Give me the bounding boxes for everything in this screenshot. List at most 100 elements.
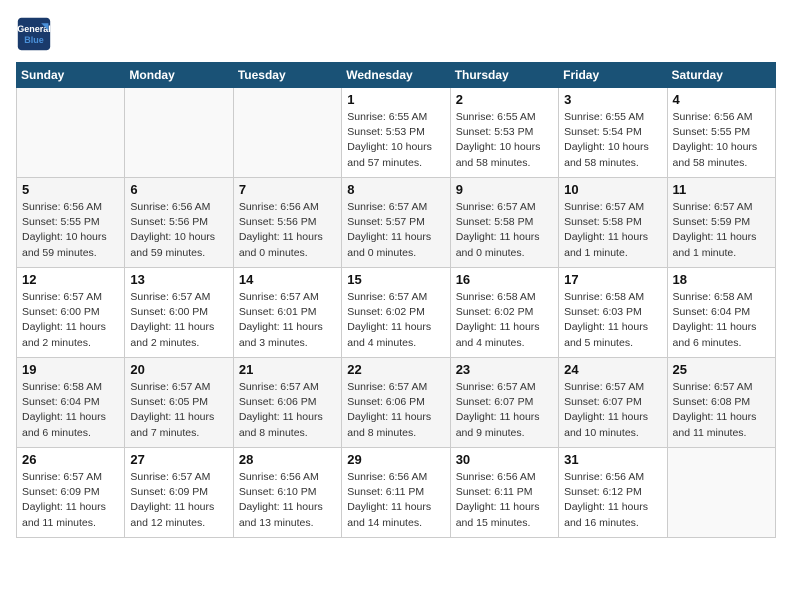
calendar-day-cell: 23 Sunrise: 6:57 AM Sunset: 6:07 PM Dayli… <box>450 358 558 448</box>
calendar-day-cell: 14 Sunrise: 6:57 AM Sunset: 6:01 PM Dayli… <box>233 268 341 358</box>
weekday-header-row: SundayMondayTuesdayWednesdayThursdayFrid… <box>17 63 776 88</box>
day-number: 8 <box>347 182 444 197</box>
day-number: 23 <box>456 362 553 377</box>
logo-icon: General Blue <box>16 16 52 52</box>
day-info: Sunrise: 6:57 AM Sunset: 6:00 PM Dayligh… <box>22 290 119 351</box>
day-info: Sunrise: 6:58 AM Sunset: 6:03 PM Dayligh… <box>564 290 661 351</box>
day-number: 9 <box>456 182 553 197</box>
day-info: Sunrise: 6:57 AM Sunset: 5:58 PM Dayligh… <box>564 200 661 261</box>
calendar-day-cell: 10 Sunrise: 6:57 AM Sunset: 5:58 PM Dayli… <box>559 178 667 268</box>
calendar-day-cell: 13 Sunrise: 6:57 AM Sunset: 6:00 PM Dayli… <box>125 268 233 358</box>
day-info: Sunrise: 6:57 AM Sunset: 6:07 PM Dayligh… <box>456 380 553 441</box>
day-info: Sunrise: 6:57 AM Sunset: 6:09 PM Dayligh… <box>22 470 119 531</box>
day-info: Sunrise: 6:56 AM Sunset: 5:56 PM Dayligh… <box>239 200 336 261</box>
calendar-day-cell <box>125 88 233 178</box>
day-number: 17 <box>564 272 661 287</box>
day-number: 4 <box>673 92 770 107</box>
calendar-day-cell: 6 Sunrise: 6:56 AM Sunset: 5:56 PM Daylig… <box>125 178 233 268</box>
weekday-header: Friday <box>559 63 667 88</box>
calendar-table: SundayMondayTuesdayWednesdayThursdayFrid… <box>16 62 776 538</box>
calendar-day-cell: 29 Sunrise: 6:56 AM Sunset: 6:11 PM Dayli… <box>342 448 450 538</box>
calendar-day-cell <box>667 448 775 538</box>
day-info: Sunrise: 6:56 AM Sunset: 6:11 PM Dayligh… <box>456 470 553 531</box>
calendar-day-cell: 3Sunrise: 6:55 AM Sunset: 5:54 PM Daylig… <box>559 88 667 178</box>
calendar-day-cell: 28 Sunrise: 6:56 AM Sunset: 6:10 PM Dayli… <box>233 448 341 538</box>
calendar-day-cell <box>233 88 341 178</box>
day-info: Sunrise: 6:55 AM Sunset: 5:53 PM Dayligh… <box>456 110 553 171</box>
day-info: Sunrise: 6:57 AM Sunset: 5:59 PM Dayligh… <box>673 200 770 261</box>
svg-text:Blue: Blue <box>24 35 44 45</box>
day-info: Sunrise: 6:55 AM Sunset: 5:53 PM Dayligh… <box>347 110 444 171</box>
day-info: Sunrise: 6:57 AM Sunset: 6:02 PM Dayligh… <box>347 290 444 351</box>
day-number: 11 <box>673 182 770 197</box>
calendar-week-row: 19 Sunrise: 6:58 AM Sunset: 6:04 PM Dayli… <box>17 358 776 448</box>
day-number: 30 <box>456 452 553 467</box>
day-info: Sunrise: 6:58 AM Sunset: 6:02 PM Dayligh… <box>456 290 553 351</box>
day-number: 25 <box>673 362 770 377</box>
calendar-week-row: 12Sunrise: 6:57 AM Sunset: 6:00 PM Dayli… <box>17 268 776 358</box>
day-info: Sunrise: 6:56 AM Sunset: 6:10 PM Dayligh… <box>239 470 336 531</box>
day-info: Sunrise: 6:57 AM Sunset: 6:06 PM Dayligh… <box>347 380 444 441</box>
day-number: 20 <box>130 362 227 377</box>
day-number: 26 <box>22 452 119 467</box>
calendar-day-cell: 30 Sunrise: 6:56 AM Sunset: 6:11 PM Dayli… <box>450 448 558 538</box>
day-number: 1 <box>347 92 444 107</box>
weekday-header: Tuesday <box>233 63 341 88</box>
calendar-day-cell: 11 Sunrise: 6:57 AM Sunset: 5:59 PM Dayli… <box>667 178 775 268</box>
day-info: Sunrise: 6:57 AM Sunset: 6:00 PM Dayligh… <box>130 290 227 351</box>
day-number: 3 <box>564 92 661 107</box>
calendar-day-cell: 19 Sunrise: 6:58 AM Sunset: 6:04 PM Dayli… <box>17 358 125 448</box>
weekday-header: Saturday <box>667 63 775 88</box>
day-number: 27 <box>130 452 227 467</box>
calendar-day-cell: 16 Sunrise: 6:58 AM Sunset: 6:02 PM Dayli… <box>450 268 558 358</box>
weekday-header: Monday <box>125 63 233 88</box>
day-number: 22 <box>347 362 444 377</box>
calendar-day-cell: 8 Sunrise: 6:57 AM Sunset: 5:57 PM Daylig… <box>342 178 450 268</box>
day-number: 5 <box>22 182 119 197</box>
day-number: 14 <box>239 272 336 287</box>
day-info: Sunrise: 6:58 AM Sunset: 6:04 PM Dayligh… <box>22 380 119 441</box>
weekday-header: Wednesday <box>342 63 450 88</box>
calendar-day-cell: 27 Sunrise: 6:57 AM Sunset: 6:09 PM Dayli… <box>125 448 233 538</box>
day-number: 10 <box>564 182 661 197</box>
calendar-day-cell: 31 Sunrise: 6:56 AM Sunset: 6:12 PM Dayli… <box>559 448 667 538</box>
day-info: Sunrise: 6:57 AM Sunset: 6:06 PM Dayligh… <box>239 380 336 441</box>
day-info: Sunrise: 6:56 AM Sunset: 6:12 PM Dayligh… <box>564 470 661 531</box>
calendar-day-cell: 26 Sunrise: 6:57 AM Sunset: 6:09 PM Dayli… <box>17 448 125 538</box>
day-number: 6 <box>130 182 227 197</box>
calendar-week-row: 5Sunrise: 6:56 AM Sunset: 5:55 PM Daylig… <box>17 178 776 268</box>
calendar-day-cell: 7Sunrise: 6:56 AM Sunset: 5:56 PM Daylig… <box>233 178 341 268</box>
day-number: 21 <box>239 362 336 377</box>
calendar-day-cell: 9Sunrise: 6:57 AM Sunset: 5:58 PM Daylig… <box>450 178 558 268</box>
day-info: Sunrise: 6:57 AM Sunset: 5:57 PM Dayligh… <box>347 200 444 261</box>
day-info: Sunrise: 6:57 AM Sunset: 6:07 PM Dayligh… <box>564 380 661 441</box>
day-number: 19 <box>22 362 119 377</box>
calendar-day-cell: 22 Sunrise: 6:57 AM Sunset: 6:06 PM Dayli… <box>342 358 450 448</box>
day-number: 24 <box>564 362 661 377</box>
day-info: Sunrise: 6:56 AM Sunset: 5:55 PM Dayligh… <box>673 110 770 171</box>
calendar-week-row: 1 Sunrise: 6:55 AM Sunset: 5:53 PM Daylig… <box>17 88 776 178</box>
day-number: 16 <box>456 272 553 287</box>
logo: General Blue <box>16 16 52 52</box>
day-number: 18 <box>673 272 770 287</box>
calendar-day-cell: 17 Sunrise: 6:58 AM Sunset: 6:03 PM Dayli… <box>559 268 667 358</box>
day-info: Sunrise: 6:56 AM Sunset: 6:11 PM Dayligh… <box>347 470 444 531</box>
calendar-day-cell: 21 Sunrise: 6:57 AM Sunset: 6:06 PM Dayli… <box>233 358 341 448</box>
day-info: Sunrise: 6:57 AM Sunset: 6:09 PM Dayligh… <box>130 470 227 531</box>
calendar-day-cell: 4 Sunrise: 6:56 AM Sunset: 5:55 PM Daylig… <box>667 88 775 178</box>
day-info: Sunrise: 6:56 AM Sunset: 5:56 PM Dayligh… <box>130 200 227 261</box>
day-number: 31 <box>564 452 661 467</box>
day-number: 28 <box>239 452 336 467</box>
calendar-week-row: 26 Sunrise: 6:57 AM Sunset: 6:09 PM Dayli… <box>17 448 776 538</box>
day-info: Sunrise: 6:58 AM Sunset: 6:04 PM Dayligh… <box>673 290 770 351</box>
day-number: 13 <box>130 272 227 287</box>
weekday-header: Thursday <box>450 63 558 88</box>
calendar-day-cell: 25 Sunrise: 6:57 AM Sunset: 6:08 PM Dayli… <box>667 358 775 448</box>
calendar-day-cell <box>17 88 125 178</box>
day-info: Sunrise: 6:57 AM Sunset: 6:08 PM Dayligh… <box>673 380 770 441</box>
day-number: 29 <box>347 452 444 467</box>
calendar-day-cell: 24 Sunrise: 6:57 AM Sunset: 6:07 PM Dayli… <box>559 358 667 448</box>
calendar-day-cell: 5Sunrise: 6:56 AM Sunset: 5:55 PM Daylig… <box>17 178 125 268</box>
day-info: Sunrise: 6:57 AM Sunset: 6:01 PM Dayligh… <box>239 290 336 351</box>
day-number: 15 <box>347 272 444 287</box>
